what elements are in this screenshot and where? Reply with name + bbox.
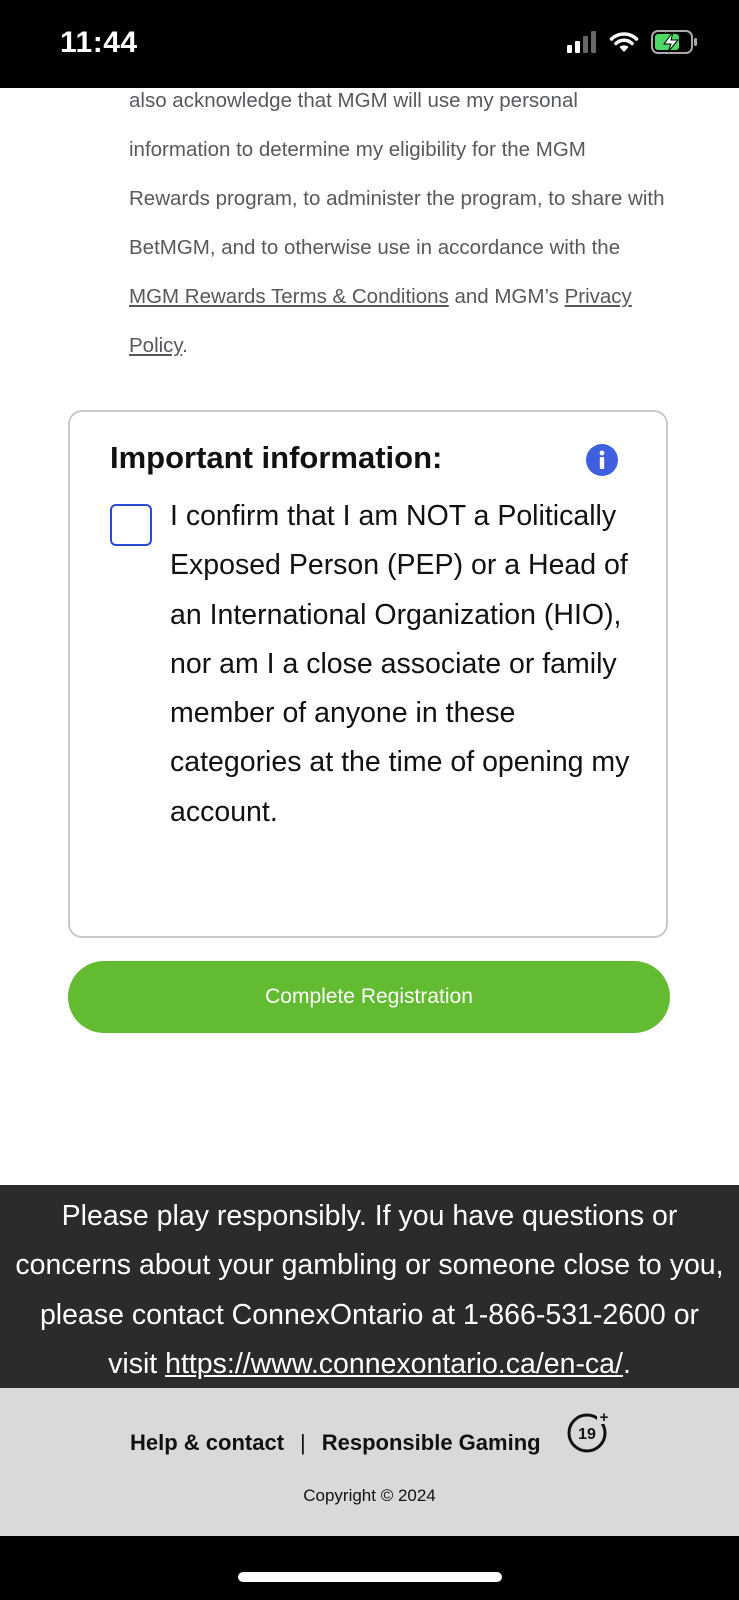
status-bar: 11:44 [0,0,739,88]
consent-text-before: also acknowledge that MGM will use my pe… [129,89,665,259]
signal-icon [567,31,596,53]
age-19-plus-icon: 19 + [567,1409,611,1453]
consent-paragraph: also acknowledge that MGM will use my pe… [129,76,669,370]
help-contact-link[interactable]: Help & contact [130,1430,284,1456]
copyright: Copyright © 2024 [303,1486,436,1505]
status-time: 11:44 [60,26,138,59]
footer-separator: | [300,1430,306,1455]
status-icons [567,30,699,54]
footer-links: Help & contact | Responsible Gaming [130,1430,541,1456]
mgm-rewards-terms-link[interactable]: MGM Rewards Terms & Conditions [129,285,449,308]
complete-registration-button[interactable]: Complete Registration [68,961,670,1033]
responsible-gaming-banner: Please play responsibly. If you have que… [0,1185,739,1388]
home-indicator[interactable] [238,1572,502,1582]
svg-text:19: 19 [578,1426,596,1443]
home-indicator-area [0,1536,739,1600]
wifi-icon [609,32,639,52]
important-info-card: Important information: I confirm that I … [68,410,668,938]
footer: Help & contact | Responsible Gaming 19 +… [0,1388,739,1536]
rg-banner-text-after: . [622,1347,631,1380]
info-icon[interactable] [586,444,618,476]
pep-confirm-label[interactable]: I confirm that I am NOT a Politically Ex… [170,492,630,837]
connexontario-link[interactable]: https://www.connexontario.ca/en-ca/ [165,1348,623,1380]
svg-text:+: + [600,1409,609,1426]
battery-charging-icon [651,30,697,54]
consent-text-after: . [182,334,188,357]
responsible-gaming-link[interactable]: Responsible Gaming [322,1430,541,1456]
pep-confirm-checkbox[interactable] [110,504,152,546]
important-info-title: Important information: [110,440,443,475]
consent-text-middle: and MGM’s [448,285,565,308]
